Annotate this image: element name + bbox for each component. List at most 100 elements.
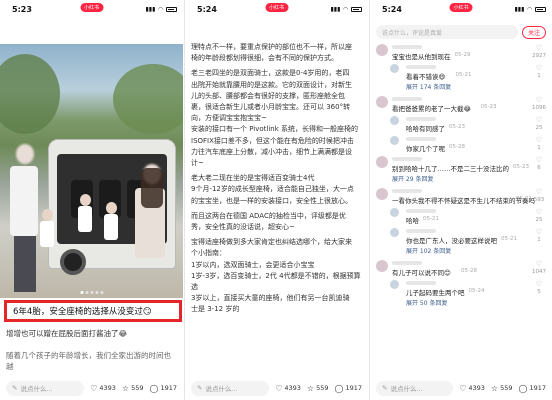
collect-button[interactable]: ☆ 559 <box>122 384 144 393</box>
heart-icon[interactable]: ♡ <box>532 44 546 52</box>
username-placeholder <box>406 229 436 233</box>
wifi-icon: ◠ <box>343 5 348 13</box>
avatar[interactable] <box>376 260 388 272</box>
article-line: 个小指南： <box>191 249 226 258</box>
username-placeholder <box>392 45 422 49</box>
comment-date: 05-28 <box>461 268 477 274</box>
username-placeholder <box>392 157 422 161</box>
screenshot-panel-article: 5:24 小红书 ▮▮▮ ◠ 理特点不一样，要重点保护的部位也不一样，所以座 椅的… <box>184 0 368 400</box>
avatar[interactable] <box>376 96 388 108</box>
person-figure <box>10 144 40 294</box>
username-placeholder <box>406 117 436 121</box>
comment-header: 说点什么，评论是真爱 关注 <box>376 24 546 40</box>
follow-button[interactable]: 关注 <box>521 25 546 39</box>
collect-button[interactable]: ☆ 559 <box>491 384 513 393</box>
comment-text: 别到哈哈十几了……不是二三十没法比的 <box>392 165 509 173</box>
article-line: 裹，很适合新生儿或者小月龄宝宝。还可以 360°转 <box>191 103 351 112</box>
app-pill: 小红书 <box>449 3 473 12</box>
article-line: 1岁-3岁，选百变骑士，2代 4代都是不错的，根据预算 <box>191 271 361 280</box>
comment-input[interactable]: ✎ 说点什么... <box>191 380 270 396</box>
avatar[interactable] <box>390 64 399 73</box>
avatar[interactable] <box>390 208 399 217</box>
username-placeholder <box>392 189 422 193</box>
highlighted-caption: 6年4胎，安全座椅的选择从没变过😏 <box>4 300 182 322</box>
article-line: 椅的年龄段都划得很细，会有不同的保护方式。 <box>191 54 338 63</box>
comment-date: 05-21 <box>516 196 532 202</box>
like-button[interactable]: ♡ 4393 <box>90 384 116 393</box>
post-photo[interactable] <box>0 44 183 298</box>
article-line: 老大老二现在坐的是宝得适百变骑士4代 <box>191 174 315 183</box>
article-line: 选 <box>191 283 198 292</box>
comment-like-count: 1047 <box>532 269 546 275</box>
comment-text: 有儿子可以说不同😊 <box>392 269 451 277</box>
comment-button[interactable]: ◯ 1917 <box>335 384 363 393</box>
app-pill: 小红书 <box>264 3 289 12</box>
collect-button[interactable]: ☆ 559 <box>307 384 329 393</box>
article-text: 理特点不一样，要重点保护的部位也不一样，所以座 椅的年龄段都划得很细，会有不同的保… <box>191 42 362 316</box>
heart-icon[interactable]: ♡ <box>532 156 546 164</box>
comment-icon: ◯ <box>518 383 528 393</box>
comment-icon: ◯ <box>334 383 344 393</box>
comment-input[interactable]: ✎ 说点什么... <box>376 380 454 396</box>
heart-icon[interactable]: ♡ <box>532 188 546 196</box>
expand-replies-link[interactable]: 展开 50 条回复 <box>406 298 447 307</box>
username-placeholder <box>392 97 422 101</box>
avatar[interactable] <box>376 44 388 56</box>
comment-input[interactable]: 说点什么，评论是真爱 <box>376 25 518 39</box>
status-icons: ▮▮▮ ◠ <box>514 6 546 13</box>
expand-replies-link[interactable]: 展开 29 条回复 <box>392 174 433 183</box>
comment-like-count: 6 <box>537 165 541 171</box>
avatar[interactable] <box>376 188 388 200</box>
heart-icon[interactable]: ♡ <box>532 280 546 288</box>
screenshot-panel-post: 5:23 小红书 ▮▮▮ ◠ 6年4胎，安全座椅的选择从没变过😏 增增也可以蹭在… <box>0 0 183 400</box>
post-body-line: 随着几个孩子的年龄增长，我们全家出游的时间也越 <box>6 351 171 371</box>
heart-icon[interactable]: ♡ <box>532 136 546 144</box>
comment-text: 儿子起码要生两个吧 <box>406 289 465 297</box>
article-line: 的宝宝坐，也是一样的安装接口，安全性上很放心。 <box>191 196 352 205</box>
comment-like-count: 1096 <box>532 105 546 111</box>
comment-date: 05-24 <box>468 288 485 294</box>
article-line: 安装的接口有一个 Pivotlink 系统，长得和一般座椅的 <box>191 125 359 134</box>
username-placeholder <box>392 261 422 265</box>
expand-replies-link[interactable]: 展开 174 条回复 <box>406 82 451 91</box>
comment-date: 05-29 <box>454 52 471 58</box>
comment-text: 哈哈 <box>406 217 419 225</box>
heart-icon[interactable]: ♡ <box>532 260 546 268</box>
expand-replies-link[interactable]: 展开 102 条回复 <box>406 246 451 255</box>
heart-icon: ♡ <box>90 383 98 393</box>
heart-icon[interactable]: ♡ <box>532 116 546 124</box>
comment-date: 05-21 <box>501 236 517 242</box>
signal-icon: ▮▮▮ <box>145 5 156 13</box>
comment-button[interactable]: ◯ 1917 <box>519 384 547 393</box>
avatar[interactable] <box>390 280 399 289</box>
comment-button[interactable]: ◯ 1917 <box>150 384 178 393</box>
comment-text: 你也是广东人，没必要这样说吧 <box>406 237 497 245</box>
app-pill: 小红书 <box>79 3 104 12</box>
comment-like-count: 25 <box>535 125 543 131</box>
avatar[interactable] <box>390 136 399 145</box>
comment-input[interactable]: ✎ 说点什么... <box>6 380 85 396</box>
battery-icon <box>166 6 177 12</box>
like-button[interactable]: ♡ 4393 <box>275 384 301 393</box>
avatar[interactable] <box>376 156 388 168</box>
heart-icon[interactable]: ♡ <box>532 64 546 72</box>
status-icons: ▮▮▮ ◠ <box>330 6 362 13</box>
article-line: 士是 3-12 岁的 <box>191 305 240 314</box>
comment-date: 05-23 <box>513 164 529 170</box>
comment-text: 哈哈有同感了 <box>406 125 445 133</box>
heart-icon[interactable]: ♡ <box>532 208 546 216</box>
like-button[interactable]: ♡ 4393 <box>459 384 485 393</box>
star-icon: ☆ <box>121 383 130 393</box>
status-bar: 5:23 小红书 ▮▮▮ ◠ <box>0 0 183 18</box>
avatar[interactable] <box>390 116 399 125</box>
signal-icon: ▮▮▮ <box>514 5 525 13</box>
heart-icon[interactable]: ♡ <box>532 228 546 236</box>
article-line: ISOFIX接口差不多，但这个能在有危险的时候把冲击 <box>191 136 354 145</box>
signal-icon: ▮▮▮ <box>330 5 341 13</box>
article-line: 力往汽车底座上分散，减小冲击，细节上满满都是设 <box>191 147 352 156</box>
status-bar: 5:24 小红书 ▮▮▮ ◠ <box>185 0 368 18</box>
post-action-bar: ✎ 说点什么... ♡ 4393 ☆ 559 ◯ 1917 <box>185 376 368 400</box>
heart-icon[interactable]: ♡ <box>532 96 546 104</box>
article-line: 3岁以上，直接买大童的座椅，他们有另一台凯迪骑 <box>191 294 350 303</box>
avatar[interactable] <box>390 228 399 237</box>
